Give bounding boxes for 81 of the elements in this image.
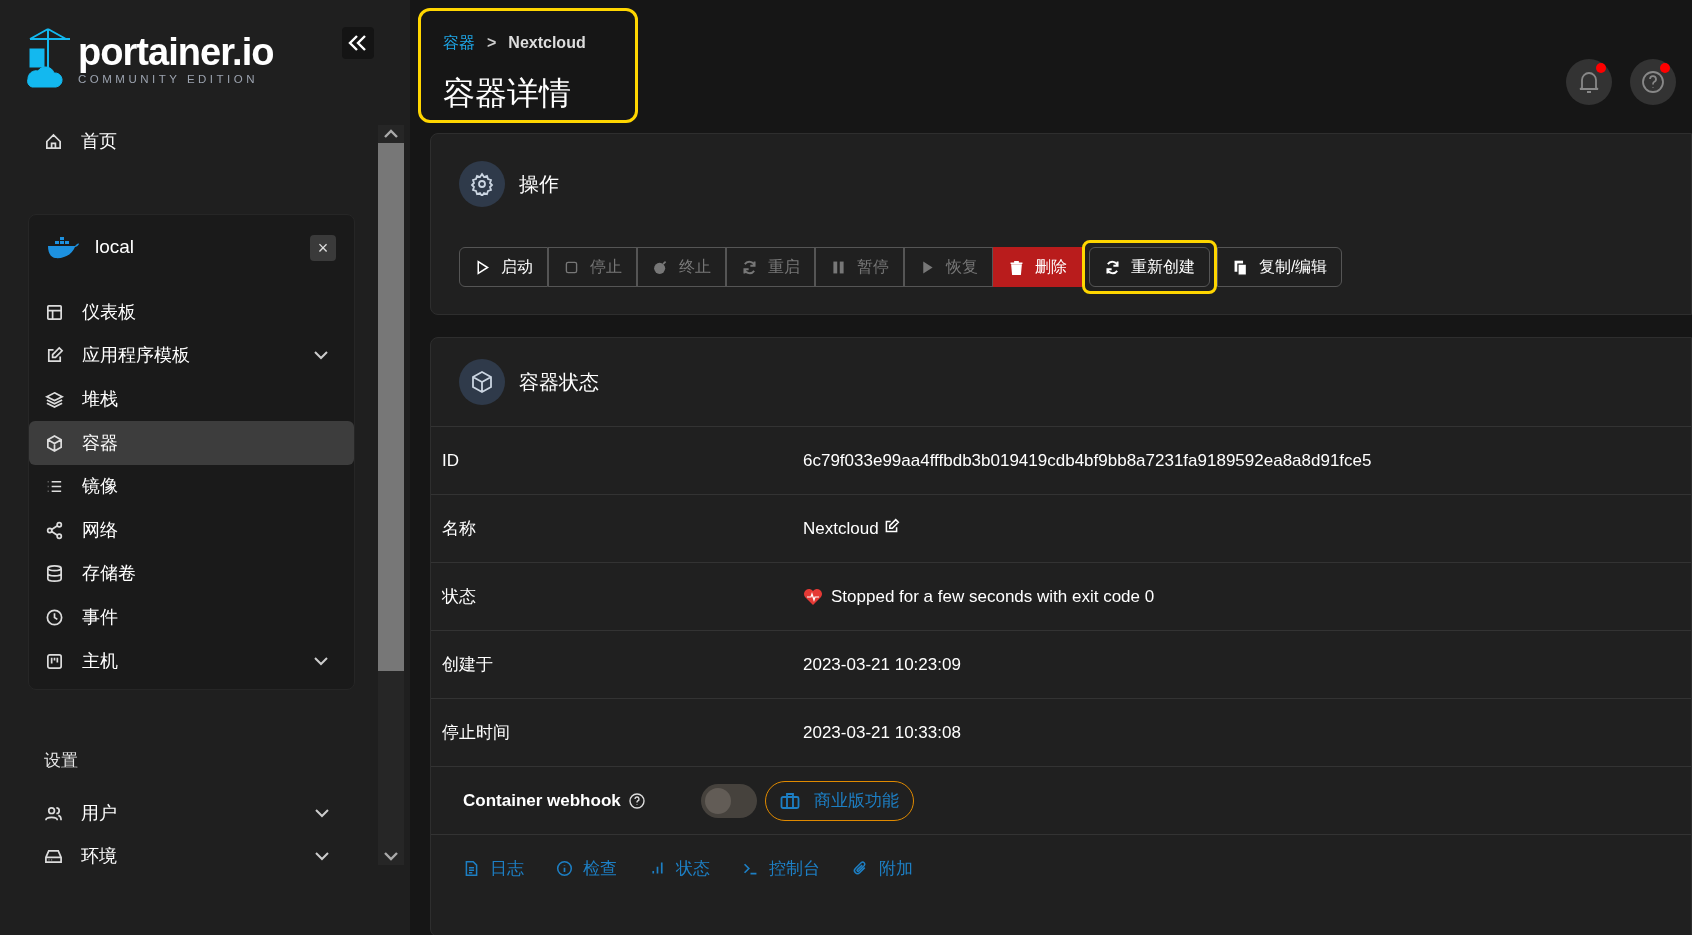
- bomb-icon: [652, 258, 669, 276]
- tab-link[interactable]: 附加: [852, 855, 913, 882]
- double-chevron-left-icon: [348, 34, 368, 52]
- trash-icon: [1008, 258, 1025, 276]
- field-value: 6c79f033e99aa4fffbdb3b019419cdb4bf9bb8a7231fa9189592ea8a8d91fce5: [803, 449, 1372, 472]
- gear-icon: [459, 161, 505, 207]
- bell-icon: [1578, 70, 1600, 94]
- network-icon: [45, 520, 64, 540]
- page-title: 容器详情: [443, 74, 572, 113]
- action-button[interactable]: 启动: [459, 247, 548, 287]
- refresh-icon: [741, 258, 758, 276]
- nav-item[interactable]: 网络: [29, 508, 354, 553]
- nav-item[interactable]: 仪表板: [29, 290, 354, 335]
- collapse-button[interactable]: [342, 27, 374, 59]
- nav-item[interactable]: 主机: [29, 639, 354, 683]
- bar-chart-icon: [649, 860, 666, 877]
- server-icon: [45, 651, 64, 671]
- scroll-down-icon: [384, 851, 398, 861]
- tab-link[interactable]: 状态: [649, 855, 710, 882]
- play-icon: [474, 258, 491, 276]
- field-label: ID: [441, 449, 460, 472]
- briefcase-icon: [779, 791, 800, 810]
- help-icon: [628, 792, 645, 809]
- section-heading: 设置: [44, 749, 79, 772]
- close-button[interactable]: ×: [310, 234, 336, 261]
- copy-icon: [1232, 258, 1249, 276]
- action-button[interactable]: 复制/编辑: [1217, 247, 1343, 287]
- chevron-down-icon: [315, 808, 329, 818]
- field-value: 2023-03-21 10:23:09: [803, 653, 961, 676]
- logo-subtitle: COMMUNITY EDITION: [78, 73, 259, 86]
- nav-item[interactable]: 存储卷: [29, 552, 354, 596]
- nav-item[interactable]: 用户: [28, 791, 355, 836]
- chevron-down-icon: [315, 852, 329, 862]
- breadcrumb-link[interactable]: 容器: [443, 31, 475, 55]
- clock-icon: [45, 608, 64, 628]
- webhook-label: Container webhook: [463, 789, 621, 812]
- chevron-down-icon: [314, 351, 328, 361]
- nav-item[interactable]: 应用程序模板: [29, 334, 354, 378]
- field-label: 创建于: [441, 653, 494, 676]
- scrollbar-thumb[interactable]: [378, 143, 404, 671]
- dashboard-icon: [45, 302, 64, 322]
- whale-icon: [47, 236, 79, 259]
- help-button[interactable]: [1630, 59, 1676, 105]
- nav-item[interactable]: 首页: [28, 120, 355, 164]
- card-title: 容器状态: [519, 370, 599, 395]
- refresh-icon: [1104, 258, 1121, 276]
- field-label: 名称: [441, 517, 477, 540]
- tab-link[interactable]: 控制台: [742, 855, 820, 882]
- scroll-up-icon: [384, 129, 398, 139]
- breadcrumb-separator: >: [487, 33, 497, 53]
- breadcrumb-current: Nextcloud: [508, 33, 586, 53]
- database-icon: [45, 564, 64, 584]
- layers-icon: [45, 390, 64, 410]
- notifications-button[interactable]: [1566, 59, 1612, 105]
- logo-icon: [26, 27, 72, 91]
- field-value: 2023-03-21 10:33:08: [803, 721, 961, 744]
- logo-text: portainer.io: [78, 32, 274, 71]
- field-value: Stopped for a few seconds with exit code 0: [831, 585, 1155, 608]
- card-title: 操作: [519, 172, 559, 197]
- nav-item[interactable]: 事件: [29, 595, 354, 640]
- tab-link[interactable]: 检查: [556, 855, 617, 882]
- tab-link[interactable]: 日志: [463, 855, 524, 882]
- file-icon: [463, 860, 480, 877]
- field-label: 状态: [441, 585, 477, 608]
- action-button[interactable]: 删除: [993, 247, 1082, 287]
- chevron-down-icon: [314, 656, 328, 666]
- environment-name: local: [95, 235, 135, 260]
- heart-icon: [803, 587, 823, 606]
- home-icon: [44, 132, 63, 152]
- help-icon: [1641, 70, 1665, 94]
- cube-icon: [459, 359, 505, 405]
- nav-item[interactable]: 环境: [28, 835, 355, 879]
- nav-item[interactable]: 镜像: [29, 464, 354, 509]
- info-icon: [556, 860, 573, 877]
- field-value: Nextcloud: [803, 517, 879, 540]
- webhook-toggle[interactable]: [700, 783, 757, 818]
- nav-item[interactable]: 容器: [29, 421, 354, 465]
- action-button[interactable]: 重新创建: [1089, 247, 1210, 287]
- nav-item[interactable]: 堆栈: [29, 377, 354, 422]
- cube-icon: [45, 433, 64, 453]
- field-label: 停止时间: [441, 721, 511, 744]
